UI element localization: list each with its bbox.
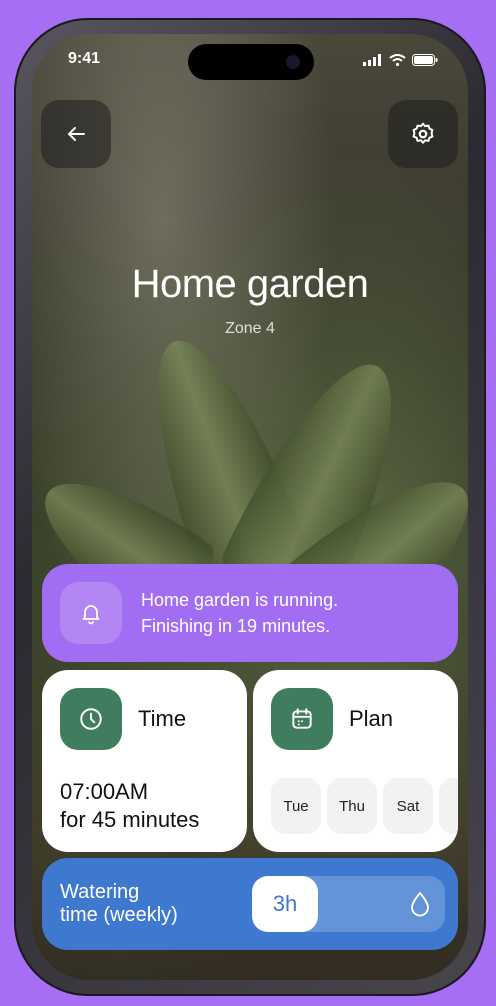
signal-icon [363,54,381,66]
plan-days: Tue Thu Sat S [271,778,458,834]
watering-time-slider[interactable]: 3h [252,876,445,932]
watering-label-line-2: time (weekly) [60,904,178,926]
day-chip-tue[interactable]: Tue [271,778,321,834]
clock-icon [80,708,102,730]
banner-line-2: Finishing in 19 minutes. [141,616,331,636]
notification-badge [60,582,122,644]
status-icons [363,54,438,66]
bell-icon [82,605,100,625]
water-drop-icon [411,891,429,917]
back-button[interactable] [41,100,111,168]
battery-icon [412,54,438,66]
slider-thumb[interactable]: 3h [252,876,318,932]
watering-label: Watering time (weekly) [60,881,178,927]
duration: for 45 minutes [60,807,200,832]
gear-icon [412,122,434,144]
watering-label-line-1: Watering [60,881,140,903]
day-chip-sat[interactable]: Sat [383,778,433,834]
status-time: 9:41 [68,50,101,67]
plan-icon-tile [271,688,333,750]
schedule-time: 07:00AM for 45 minutes [60,778,199,834]
plan-card[interactable]: Plan Tue Thu Sat S [253,670,458,852]
time-card-title: Time [138,706,187,731]
running-banner[interactable]: Home garden is running. Finishing in 19 … [42,564,458,662]
page-title: Home garden [131,262,369,306]
plan-card-title: Plan [349,706,394,731]
time-card[interactable]: Time 07:00AM for 45 minutes [42,670,247,852]
start-time: 07:00AM [60,779,149,804]
day-chip-thu[interactable]: Thu [327,778,377,834]
banner-line-1: Home garden is running. [141,590,339,610]
calendar-icon [292,708,312,729]
day-chip-sun[interactable]: S [439,778,458,834]
watering-time-panel: Watering time (weekly) 3h [42,858,458,950]
time-icon-tile [60,688,122,750]
banner-message: Home garden is running. Finishing in 19 … [141,587,338,639]
arrow-left-icon [68,127,85,141]
dynamic-island [188,44,314,80]
app-screen: 9:41 Home garden Zone 4 Home garden is r… [32,34,468,980]
zone-label: Zone 4 [225,320,275,337]
wifi-icon [389,54,406,66]
settings-button[interactable] [388,100,458,168]
